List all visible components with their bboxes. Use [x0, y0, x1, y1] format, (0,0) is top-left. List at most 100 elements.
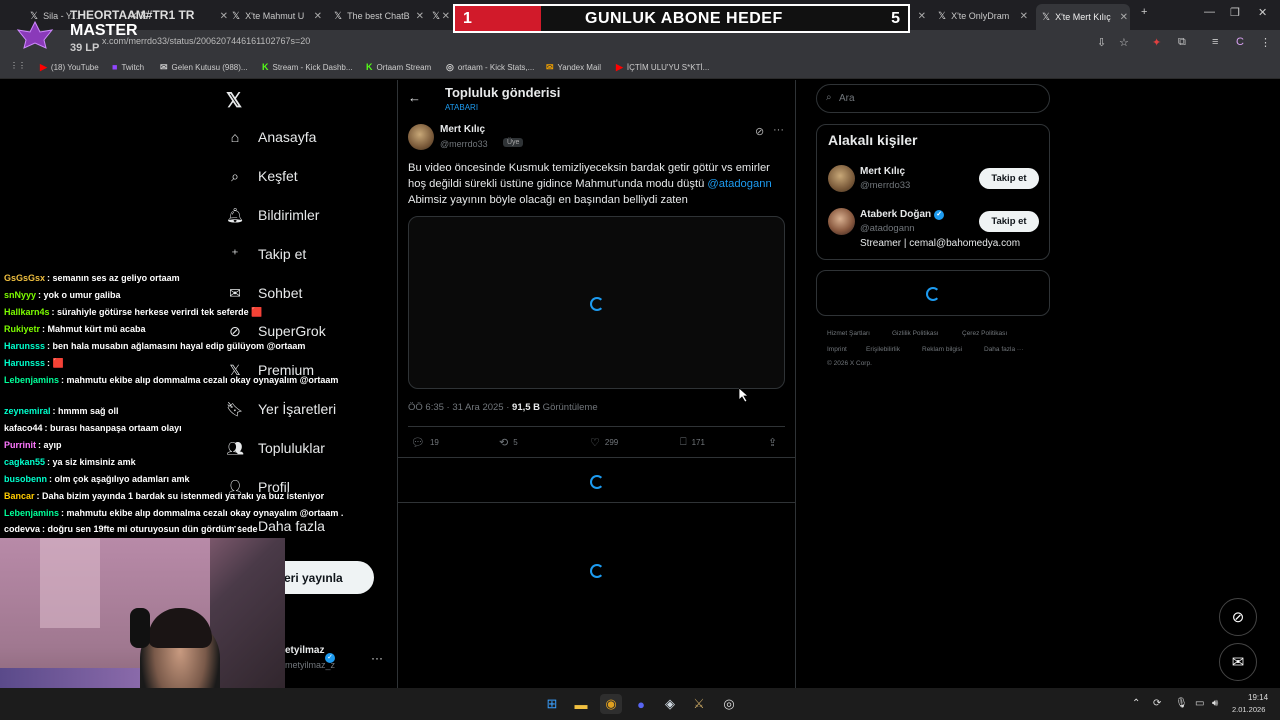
- like-button[interactable]: ♡ 299: [590, 436, 618, 449]
- browser-tab[interactable]: 𝕏✕: [432, 6, 452, 26]
- game-icon[interactable]: ⚔: [688, 694, 710, 714]
- menu-icon[interactable]: ⋮: [1260, 36, 1271, 49]
- clock-time[interactable]: 19:14: [1248, 693, 1268, 702]
- footer-link[interactable]: Hizmet Şartları: [827, 330, 870, 337]
- chat-message: Bancar: Daha bizim yayında 1 bardak su i…: [4, 491, 324, 501]
- footer-link[interactable]: Erişilebilirlik: [866, 346, 900, 353]
- chat-message: Purrinit: ayıp: [4, 440, 62, 450]
- bookmark-item[interactable]: ◎ ortaam - Kick Stats,...: [446, 62, 534, 73]
- tab-close-icon[interactable]: ✕: [416, 11, 424, 22]
- network-icon[interactable]: ⟳: [1153, 698, 1161, 709]
- verified-icon: ✓: [934, 209, 945, 220]
- volume-icon[interactable]: 🔊︎: [1212, 698, 1218, 709]
- tab-favicon-icon: 𝕏: [334, 10, 343, 22]
- tab-favicon-icon: 𝕏: [1042, 11, 1051, 23]
- tweet-time[interactable]: ÖÖ 6:35 · 31 Ara 2025 ·: [408, 402, 512, 413]
- mic-icon[interactable]: 🎙︎: [1175, 698, 1188, 709]
- maximize-button[interactable]: ❐: [1230, 6, 1240, 19]
- nav-item-mail[interactable]: ✉ Sohbet: [226, 284, 302, 302]
- tab-close-icon[interactable]: ✕: [1020, 11, 1028, 22]
- bookmark-item[interactable]: K Stream - Kick Dashb...: [262, 62, 353, 72]
- install-icon[interactable]: ⇩: [1097, 36, 1106, 49]
- bookmark-item[interactable]: ✉ Yandex Mail: [546, 62, 601, 73]
- bookmark-button[interactable]: ⎕ 171: [680, 436, 705, 449]
- windows-start-icon[interactable]: ⊞: [541, 694, 563, 714]
- footer-link[interactable]: Çerez Politikası: [962, 330, 1007, 337]
- chat-text: : mahmutu ekibe alıp dommalma cezalı oka…: [61, 508, 344, 518]
- grok-fab-button[interactable]: ⊘: [1219, 598, 1257, 636]
- steam-icon[interactable]: ◈: [659, 694, 681, 714]
- browser-tab[interactable]: 𝕏 X'te OnlyDram ✕: [938, 6, 1030, 26]
- related-name[interactable]: Ataberk Doğan ✓: [860, 209, 945, 220]
- apps-icon[interactable]: ⋮⋮: [10, 61, 26, 70]
- footer-link[interactable]: Reklam bilgisi: [922, 346, 962, 353]
- rank-title: THEORTAAM#TR1 TR: [70, 8, 195, 22]
- share-button[interactable]: ⇪: [768, 436, 777, 449]
- tab-favicon-icon: 𝕏: [432, 10, 441, 22]
- nav-item-bookmark[interactable]: 🔖︎ Yer İşaretleri: [226, 400, 336, 418]
- footer-link[interactable]: Gizlilik Politikası: [892, 330, 939, 337]
- account-name[interactable]: etyilmaz: [285, 645, 324, 656]
- media-icon[interactable]: ≡: [1212, 36, 1218, 48]
- footer-link[interactable]: Daha fazla ···: [984, 346, 1023, 353]
- account-more-icon[interactable]: ···: [371, 651, 383, 665]
- bookmark-icon: ⎕: [680, 436, 687, 448]
- community-name[interactable]: ATABARI: [445, 103, 478, 112]
- nav-item-bell[interactable]: 🔔︎ Bildirimler: [226, 206, 319, 224]
- obs-icon[interactable]: ◎: [718, 694, 740, 714]
- browser-tab[interactable]: 𝕏 X'te Mahmut U ✕: [232, 6, 324, 26]
- related-handle[interactable]: @merrdo33: [860, 180, 910, 191]
- monitor-icon[interactable]: ▭: [1195, 698, 1204, 709]
- bookmark-item[interactable]: K Ortaam Stream: [366, 62, 431, 72]
- related-handle[interactable]: @atadogann: [860, 223, 915, 234]
- chrome-icon[interactable]: ◉: [600, 694, 622, 714]
- author-avatar[interactable]: [408, 124, 434, 150]
- star-icon[interactable]: ☆: [1119, 36, 1129, 49]
- new-tab-button[interactable]: +: [1141, 6, 1147, 18]
- extension-icon[interactable]: ✦: [1152, 36, 1161, 49]
- repost-button[interactable]: ⟲ 5: [499, 436, 518, 449]
- author-handle[interactable]: @merrdo33: [440, 139, 488, 149]
- follow-button[interactable]: Takip et: [979, 211, 1039, 232]
- x-logo-icon[interactable]: 𝕏: [226, 88, 242, 113]
- close-window-button[interactable]: ✕: [1258, 6, 1267, 19]
- author-name[interactable]: Mert Kılıç: [440, 124, 485, 135]
- nav-item-follow[interactable]: ⁺ Takip et: [226, 245, 306, 263]
- bookmark-item[interactable]: ■ Twitch: [112, 62, 144, 72]
- profile-avatar-icon[interactable]: C: [1236, 36, 1244, 48]
- chat-message: Hallkarn4s: sürahiyle götürse herkese ve…: [4, 307, 262, 318]
- related-avatar[interactable]: [828, 208, 855, 235]
- bookmark-item[interactable]: ✉ Gelen Kutusu (988)...: [160, 62, 248, 73]
- footer-link[interactable]: Imprint: [827, 346, 847, 353]
- nav-item-grok[interactable]: ⊘ SuperGrok: [226, 322, 326, 340]
- back-arrow-icon[interactable]: ←: [408, 90, 421, 105]
- browser-tab[interactable]: 𝕏 X'te Mert Kılıç ✕: [1036, 4, 1130, 30]
- tab-close-icon[interactable]: ✕: [314, 11, 322, 22]
- tab-close-icon[interactable]: ✕: [220, 11, 228, 22]
- bookmark-item[interactable]: ▶ (18) YouTube: [40, 62, 99, 73]
- clock-date[interactable]: 2.01.2026: [1232, 705, 1265, 714]
- grok-icon[interactable]: ⊘: [755, 125, 764, 138]
- chat-text: : sürahiyle götürse herkese verirdi tek …: [51, 307, 263, 317]
- related-avatar[interactable]: [828, 165, 855, 192]
- tab-close-icon[interactable]: ✕: [1120, 12, 1128, 23]
- tray-chevron-icon[interactable]: ⌃: [1132, 698, 1140, 709]
- nav-item-home[interactable]: ⌂ Anasayfa: [226, 128, 317, 146]
- puzzle-icon[interactable]: ⧉: [1178, 36, 1186, 49]
- nav-item-communities[interactable]: 👥︎ Topluluklar: [226, 439, 325, 457]
- tab-close-icon[interactable]: ✕: [442, 11, 450, 22]
- tweet-mention[interactable]: @atadogann: [707, 178, 771, 190]
- messages-fab-button[interactable]: ✉: [1219, 643, 1257, 681]
- tab-close-icon[interactable]: ✕: [918, 11, 926, 22]
- related-name[interactable]: Mert Kılıç: [860, 166, 905, 177]
- follow-button[interactable]: Takip et: [979, 168, 1039, 189]
- discord-icon[interactable]: ●: [630, 694, 652, 714]
- file-explorer-icon[interactable]: ▬: [570, 694, 592, 714]
- more-icon[interactable]: ···: [773, 124, 784, 136]
- nav-item-search[interactable]: ⌕ Keşfet: [226, 167, 298, 185]
- bookmark-item[interactable]: ▶ İÇTİM ULU'YU S*KTİ...: [616, 62, 709, 73]
- reply-button[interactable]: 💬︎ 19: [411, 436, 439, 449]
- sub-goal-current: 1: [463, 10, 472, 27]
- minimize-button[interactable]: —: [1204, 6, 1215, 18]
- browser-tab[interactable]: 𝕏 The best ChatB ✕: [334, 6, 426, 26]
